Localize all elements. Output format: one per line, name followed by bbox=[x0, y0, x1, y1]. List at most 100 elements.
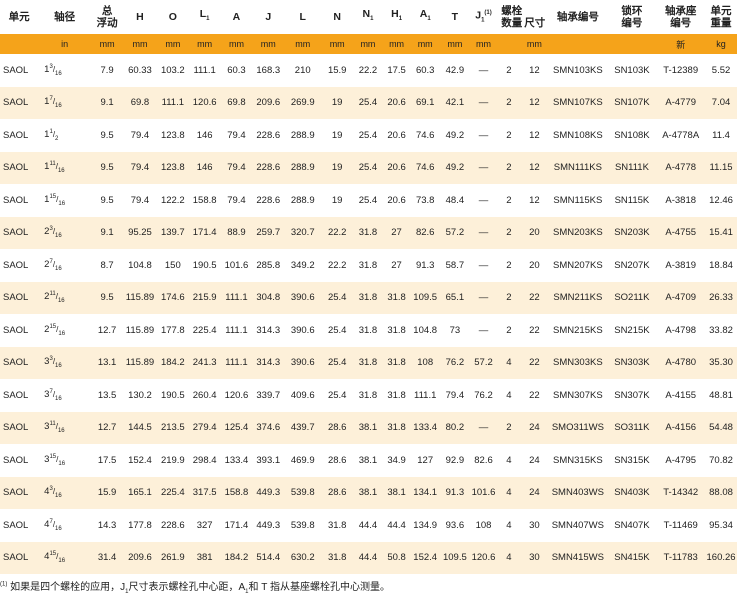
cell-t: 57.2 bbox=[440, 216, 470, 249]
cell-weight: 11.4 bbox=[712, 129, 730, 141]
cell-bearing: SMN111KS bbox=[548, 151, 608, 184]
cell-o: 225.4 bbox=[156, 476, 189, 509]
cell-unit: SAOL bbox=[3, 324, 29, 336]
footnote-text-a: 如果是四个螺栓的应用，J bbox=[10, 582, 126, 593]
bore-denominator: 16 bbox=[55, 265, 62, 272]
header-l1-sub: 1 bbox=[206, 16, 210, 23]
header-float-text: 总 浮动 bbox=[96, 5, 118, 29]
cell-a1: 104.8 bbox=[413, 324, 438, 336]
cell-j1: 57.2 bbox=[469, 346, 498, 379]
cell-h1: 31.8 bbox=[387, 389, 406, 401]
cell-j: 314.3 bbox=[256, 324, 281, 336]
cell-o: 122.2 bbox=[160, 194, 185, 206]
cell-t: 73 bbox=[449, 324, 461, 336]
table-row: SAOL 23/16 9.1 95.25 139.7 171.4 88.9 259.7 320.… bbox=[0, 216, 737, 249]
cell-float: 9.5 bbox=[100, 129, 114, 141]
cell-bolt-count: 2 bbox=[506, 194, 512, 206]
header-t: T bbox=[451, 11, 459, 23]
unit-blank-0 bbox=[0, 34, 39, 54]
table-row: SAOL 17/16 9.1 69.8 111.1 120.6 69.8 209.6 269.9… bbox=[0, 86, 737, 119]
cell-bolt-size: 20 bbox=[529, 259, 540, 271]
cell-lock-ring: SO211K bbox=[607, 281, 657, 314]
cell-h1: 20.6 bbox=[387, 129, 406, 141]
cell-bore: 33/16 bbox=[38, 346, 92, 379]
header-n: N bbox=[333, 11, 341, 23]
cell-l1: 241.3 bbox=[188, 346, 221, 379]
cell-bolt-size: 22 bbox=[520, 281, 549, 314]
cell-j1: 101.6 bbox=[469, 476, 498, 509]
cell-l: 539.8 bbox=[290, 519, 315, 531]
cell-unit: SAOL bbox=[0, 281, 39, 314]
cell-h1: 27 bbox=[382, 216, 411, 249]
cell-l: 210 bbox=[294, 64, 311, 76]
cell-a1: 152.4 bbox=[410, 541, 441, 574]
cell-l1: 260.4 bbox=[192, 389, 217, 401]
cell-weight: 160.26 bbox=[705, 541, 737, 574]
cell-h1: 44.4 bbox=[387, 519, 406, 531]
cell-n1: 38.1 bbox=[358, 454, 378, 466]
cell-h: 209.6 bbox=[123, 541, 157, 574]
cell-bolt-count: 4 bbox=[497, 541, 521, 574]
cell-weight: 26.33 bbox=[705, 281, 737, 314]
unit-mm-a1: mm bbox=[410, 34, 441, 54]
cell-bore: 315/16 bbox=[38, 444, 91, 477]
cell-a: 158.8 bbox=[220, 476, 253, 509]
table-row: SAOL 11/2 9.5 79.4 123.8 146 79.4 228.6 288.9 19 2… bbox=[0, 119, 737, 152]
cell-l1: 225.4 bbox=[192, 324, 217, 336]
cell-bolt-count: 2 bbox=[506, 64, 512, 76]
cell-n1: 22.2 bbox=[358, 64, 378, 76]
cell-n: 25.4 bbox=[327, 389, 347, 401]
header-n1-sub: 1 bbox=[370, 16, 374, 23]
bore-denominator: 16 bbox=[58, 200, 66, 207]
cell-housing: T-11469 bbox=[663, 519, 698, 531]
cell-l1: 146 bbox=[188, 151, 221, 184]
cell-a: 79.4 bbox=[227, 129, 246, 141]
cell-j: 449.3 bbox=[256, 519, 281, 531]
cell-bore: 11/2 bbox=[38, 119, 91, 152]
cell-n: 28.6 bbox=[327, 454, 347, 466]
bore-denominator: 16 bbox=[55, 395, 62, 402]
cell-float: 13.1 bbox=[91, 346, 123, 379]
cell-a1: 74.6 bbox=[415, 129, 435, 141]
cell-a1: 134.1 bbox=[410, 476, 441, 509]
cell-l: 288.9 bbox=[290, 194, 315, 206]
cell-lock-ring: SN115K bbox=[614, 194, 650, 206]
cell-l: 390.6 bbox=[284, 346, 322, 379]
cell-float: 15.9 bbox=[91, 476, 123, 509]
cell-unit: SAOL bbox=[3, 194, 29, 206]
cell-float: 9.5 bbox=[91, 151, 123, 184]
cell-h: 165.1 bbox=[123, 476, 157, 509]
cell-o: 184.2 bbox=[156, 346, 189, 379]
unit-mm-h1: mm bbox=[382, 34, 411, 54]
cell-bolt-size: 12 bbox=[520, 86, 549, 119]
header-a1: A1 bbox=[410, 0, 440, 34]
cell-unit: SAOL bbox=[0, 411, 39, 444]
cell-j: 285.8 bbox=[256, 259, 281, 271]
cell-bearing: SMN303KS bbox=[548, 346, 608, 379]
cell-n1: 31.8 bbox=[358, 389, 378, 401]
header-unit: 单元 bbox=[8, 11, 30, 23]
cell-unit: SAOL bbox=[0, 151, 39, 184]
cell-h: 104.8 bbox=[128, 259, 152, 271]
cell-bore: 111/16 bbox=[38, 151, 92, 184]
table-row: SAOL 13/16 7.9 60.33 103.2 111.1 60.3 168.3 210 1… bbox=[0, 54, 737, 87]
cell-housing: T-14342 bbox=[656, 476, 706, 509]
cell-j1: — bbox=[469, 281, 498, 314]
cell-bolt-size: 12 bbox=[529, 129, 540, 141]
header-housing-text: 轴承座 编号 bbox=[664, 5, 697, 29]
cell-bolt-size: 30 bbox=[529, 519, 540, 531]
cell-j1: — bbox=[469, 151, 498, 184]
cell-t: 79.4 bbox=[445, 389, 465, 401]
cell-float: 8.7 bbox=[100, 259, 114, 271]
cell-a1: 111.1 bbox=[414, 389, 437, 401]
cell-weight: 12.46 bbox=[709, 194, 733, 206]
cell-j: 314.3 bbox=[252, 346, 285, 379]
cell-n1: 31.8 bbox=[353, 281, 383, 314]
cell-t: 49.2 bbox=[440, 151, 470, 184]
cell-j: 514.4 bbox=[252, 541, 285, 574]
cell-bearing: SMN207KS bbox=[553, 259, 603, 271]
cell-n: 31.8 bbox=[327, 519, 347, 531]
cell-j: 393.1 bbox=[256, 454, 281, 466]
cell-l: 539.8 bbox=[284, 476, 322, 509]
cell-a: 101.6 bbox=[224, 259, 249, 271]
